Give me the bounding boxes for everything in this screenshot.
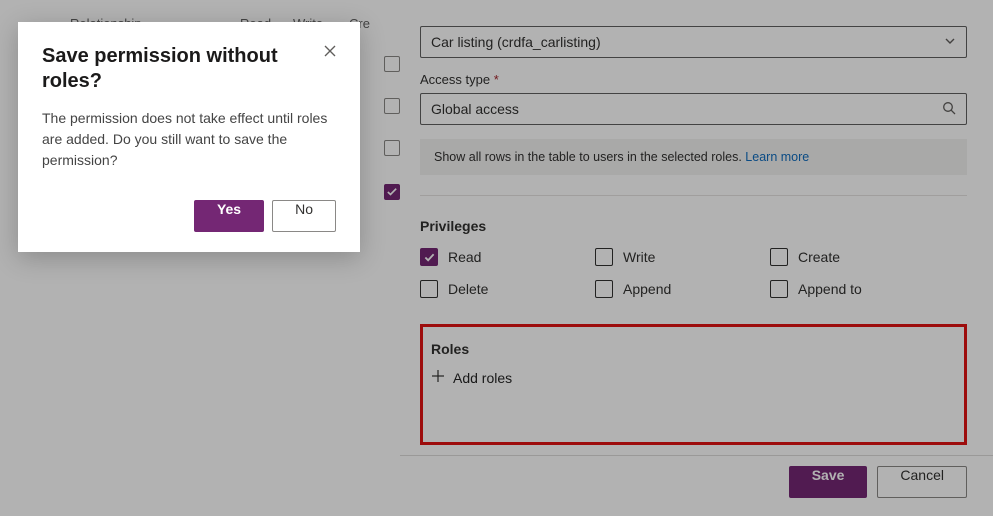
privilege-checkbox-append-to[interactable]: Append to [770,280,945,298]
access-type-info-banner: Show all rows in the table to users in t… [420,139,967,175]
privilege-checkbox-delete[interactable]: Delete [420,280,595,298]
roles-title: Roles [431,341,950,357]
table-dropdown-value: Car listing (crdfa_carlisting) [431,34,601,50]
chevron-down-icon [944,34,956,50]
add-roles-button[interactable]: Add roles [431,369,950,386]
dialog-footer: Yes No [194,200,336,232]
footer-divider [400,455,993,456]
plus-icon [431,369,445,386]
yes-button[interactable]: Yes [194,200,264,232]
permission-edit-panel: Car listing (crdfa_carlisting) Access ty… [400,0,993,516]
cancel-button[interactable]: Cancel [877,466,967,498]
save-button[interactable]: Save [789,466,868,498]
privileges-title: Privileges [420,218,967,234]
privilege-label: Append to [798,281,862,297]
close-button[interactable] [320,42,340,62]
checkbox-box [420,280,438,298]
info-banner-text: Show all rows in the table to users in t… [434,150,742,164]
table-row-checkbox[interactable] [384,98,400,114]
panel-footer: Save Cancel [789,466,967,498]
divider [420,195,967,196]
access-type-label: Access type [420,72,967,87]
checkbox-box [595,280,613,298]
privileges-grid: Read Write Create Delete Append Append to [420,248,967,298]
access-type-dropdown[interactable]: Global access [420,93,967,125]
dialog-title: Save permission without roles? [42,44,336,94]
save-confirmation-dialog: Save permission without roles? The permi… [18,22,360,252]
checkbox-box [770,248,788,266]
table-dropdown[interactable]: Car listing (crdfa_carlisting) [420,26,967,58]
privilege-label: Delete [448,281,488,297]
table-row-checkbox[interactable] [384,140,400,156]
privilege-checkbox-write[interactable]: Write [595,248,770,266]
no-button[interactable]: No [272,200,336,232]
privilege-label: Read [448,249,481,265]
table-row-checkbox[interactable] [384,56,400,72]
learn-more-link[interactable]: Learn more [745,150,809,164]
access-type-value: Global access [431,101,519,117]
privilege-checkbox-create[interactable]: Create [770,248,945,266]
privilege-label: Append [623,281,671,297]
dialog-body: The permission does not take effect unti… [42,108,336,171]
table-row-checkbox-checked[interactable] [384,184,400,200]
add-roles-label: Add roles [453,370,512,386]
close-icon [323,44,337,61]
roles-section-highlighted: Roles Add roles [420,324,967,445]
checkbox-box [595,248,613,266]
privilege-label: Create [798,249,840,265]
search-icon [942,101,956,118]
checkbox-box [770,280,788,298]
privilege-checkbox-append[interactable]: Append [595,280,770,298]
privilege-label: Write [623,249,655,265]
privilege-checkbox-read[interactable]: Read [420,248,595,266]
checkbox-box [420,248,438,266]
